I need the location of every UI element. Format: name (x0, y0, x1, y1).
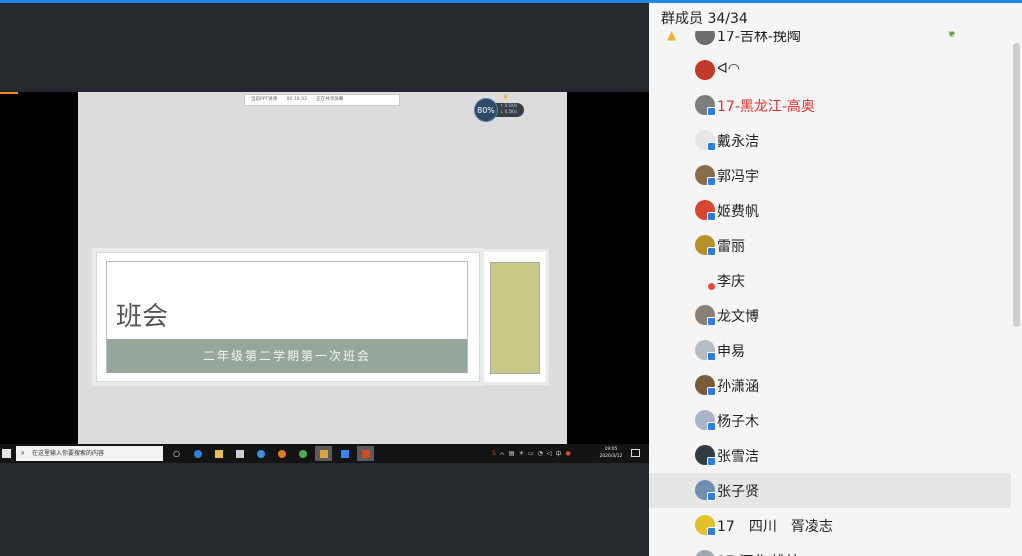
member-name: 孙潇涵 (717, 379, 759, 395)
member-row[interactable]: 17 四川 胥凌志 (649, 508, 1011, 543)
task-view-icon[interactable]: ○ (168, 446, 185, 461)
member-name: 17 河北 姚灿 (717, 551, 800, 556)
taskbar-search-box[interactable]: ⌕ 在这里输入你要搜索的内容 (16, 446, 163, 461)
wechat-icon[interactable] (294, 446, 311, 461)
taskbar-clock[interactable]: 19:05 2020/3/12 (596, 446, 626, 460)
slide-preview[interactable]: 班会 二年级第二学期第一次班会 (96, 252, 480, 382)
member-row[interactable]: 郭冯宇 (649, 158, 1011, 193)
star-icon: ★ (502, 92, 510, 101)
speed-percent: 80% (474, 98, 498, 122)
member-list-scrollbar[interactable] (1013, 43, 1020, 327)
member-row[interactable]: 姬费帆 (649, 193, 1011, 228)
tray-icon[interactable]: ▤ (509, 450, 515, 457)
tray-icon[interactable]: ☀ (519, 450, 524, 457)
file-explorer-icon[interactable] (210, 446, 227, 461)
device-status-icon (707, 492, 716, 501)
ppt-info-status: 正在共享屏幕 (316, 97, 344, 102)
member-name: 张子贤 (717, 484, 759, 500)
member-name: 戴永洁 (717, 134, 759, 150)
ppt-info-timer: 00:10:33 (286, 97, 307, 102)
member-row[interactable]: 雷丽 (649, 228, 1011, 263)
device-status-icon (707, 457, 716, 466)
notification-icon[interactable] (631, 449, 640, 457)
taskbar-apps: ○ (168, 446, 374, 461)
member-name: 申易 (717, 344, 745, 360)
remote-taskbar: ⌕ 在这里输入你要搜索的内容 ○ S ᨈ ▤ ☀ ▭ ◔ ◁ 中 ● 19:05… (0, 444, 649, 463)
ppt-presenter-bar[interactable]: 当前PPT讲课 00:10:33 正在共享屏幕 (244, 94, 400, 106)
remote-desktop[interactable]: 当前PPT讲课 00:10:33 正在共享屏幕 ↑ 0.1K/s ↓ 0.5K/… (78, 92, 567, 444)
device-status-icon (707, 107, 716, 116)
member-name: 17-黑龙江-高奥 (717, 99, 815, 115)
search-icon: ⌕ (21, 449, 25, 457)
member-name: 杨子木 (717, 414, 759, 430)
tray-icon[interactable]: ᨈ (500, 450, 505, 458)
mobile-status-icon (707, 282, 716, 291)
volume-icon[interactable]: ◁ (547, 450, 552, 457)
device-status-icon (707, 352, 716, 361)
app-window: 当前PPT讲课 00:10:33 正在共享屏幕 ↑ 0.1K/s ↓ 0.5K/… (0, 0, 1022, 556)
member-name: 17 四川 胥凌志 (717, 519, 833, 535)
member-row[interactable]: 张子贤 (649, 473, 1011, 508)
slide-subtitle-bar: 二年级第二学期第一次班会 (107, 339, 467, 373)
member-name: 李庆 (717, 274, 745, 290)
member-row[interactable]: 张雪洁 (649, 438, 1011, 473)
member-row[interactable]: 17 河北 姚灿 (649, 543, 1011, 556)
edge-browser-icon[interactable] (189, 446, 206, 461)
network-speed-widget[interactable]: ↑ 0.1K/s ↓ 0.5K/s 80% ★ (474, 92, 526, 122)
member-row[interactable]: 李庆 (649, 263, 1011, 298)
tray-app-icon[interactable]: ● (566, 450, 571, 457)
member-row[interactable]: 申易 (649, 333, 1011, 368)
download-speed: ↓ 0.5K/s (500, 109, 518, 114)
slide-canvas: 班会 二年级第二学期第一次班会 (106, 261, 468, 373)
member-row[interactable]: 17-黑龙江-高奥 (649, 88, 1011, 123)
taskbar-search-placeholder: 在这里输入你要搜索的内容 (32, 450, 105, 457)
app-icon[interactable] (336, 446, 353, 461)
slide-title: 班会 (116, 302, 169, 332)
panel-header: 群成员 34/34 (649, 3, 1022, 31)
member-name: 张雪洁 (717, 449, 759, 465)
member-row[interactable]: 杨子木 (649, 403, 1011, 438)
system-tray: S ᨈ ▤ ☀ ▭ ◔ ◁ 中 ● (492, 447, 571, 460)
member-row[interactable]: 龙文博 (649, 298, 1011, 333)
ime-icon[interactable]: 中 (556, 449, 562, 458)
windows-start-icon[interactable] (2, 449, 11, 458)
app-icon[interactable] (315, 446, 332, 461)
member-name: 龙文博 (717, 309, 759, 325)
battery-icon[interactable]: ▭ (528, 450, 534, 457)
device-status-icon (707, 177, 716, 186)
member-name: 雷丽 (717, 239, 745, 255)
member-name: 郭冯宇 (717, 169, 759, 185)
slide-thumbnail[interactable] (484, 252, 546, 382)
app-icon[interactable] (273, 446, 290, 461)
member-list[interactable]: ▲ ❦ 17-吉林-挽陶 ᐊ◠ 17-黑龙江-高奥 戴永洁 郭冯宇 姬费帆 雷丽 李庆 龙文博 申易孙… (649, 18, 1022, 556)
panel-title: 群成员 34/34 (661, 11, 748, 27)
frame-corner-marker (0, 92, 18, 94)
member-row[interactable]: ᐊ◠ (649, 53, 1011, 88)
powerpoint-icon[interactable] (357, 446, 374, 461)
avatar[interactable] (695, 60, 715, 80)
device-status-icon (707, 212, 716, 221)
device-status-icon (707, 247, 716, 256)
device-status-icon (707, 527, 716, 536)
slide-thumbnail-canvas (490, 262, 540, 374)
ppt-info-mode: 当前PPT讲课 (251, 97, 278, 102)
clock-date: 2020/3/12 (599, 454, 623, 459)
device-status-icon (707, 387, 716, 396)
app-icon[interactable] (252, 446, 269, 461)
clock-time: 19:05 (604, 447, 618, 452)
member-row[interactable]: 戴永洁 (649, 123, 1011, 158)
member-name: ᐊ◠ (717, 61, 740, 77)
slide-subtitle: 二年级第二学期第一次班会 (202, 349, 371, 363)
avatar[interactable] (695, 550, 715, 556)
member-row[interactable]: 孙潇涵 (649, 368, 1011, 403)
device-status-icon (707, 422, 716, 431)
tray-app-icon[interactable]: S (492, 450, 496, 457)
member-name: 姬费帆 (717, 204, 759, 220)
wifi-icon[interactable]: ◔ (538, 450, 543, 457)
device-status-icon (707, 142, 716, 151)
store-icon[interactable] (231, 446, 248, 461)
group-members-panel: ▲ ❦ 17-吉林-挽陶 ᐊ◠ 17-黑龙江-高奥 戴永洁 郭冯宇 姬费帆 雷丽 李庆 龙文博 申易孙… (649, 3, 1022, 556)
device-status-icon (707, 317, 716, 326)
